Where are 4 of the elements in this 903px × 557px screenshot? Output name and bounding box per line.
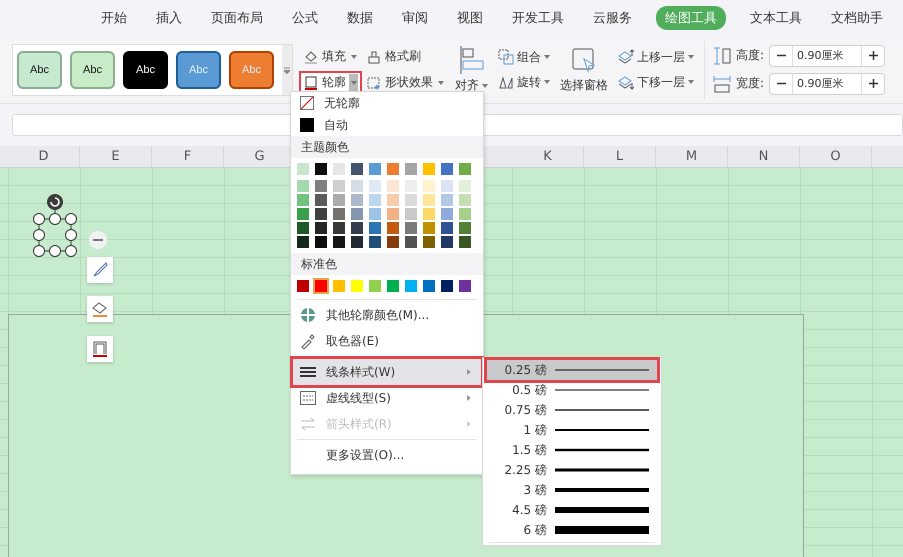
section-heading: 主题颜色: [291, 136, 483, 158]
size-label: 高度:: [736, 47, 764, 64]
section-heading: 标准色: [291, 253, 483, 275]
size-label: 宽度:: [736, 75, 764, 92]
